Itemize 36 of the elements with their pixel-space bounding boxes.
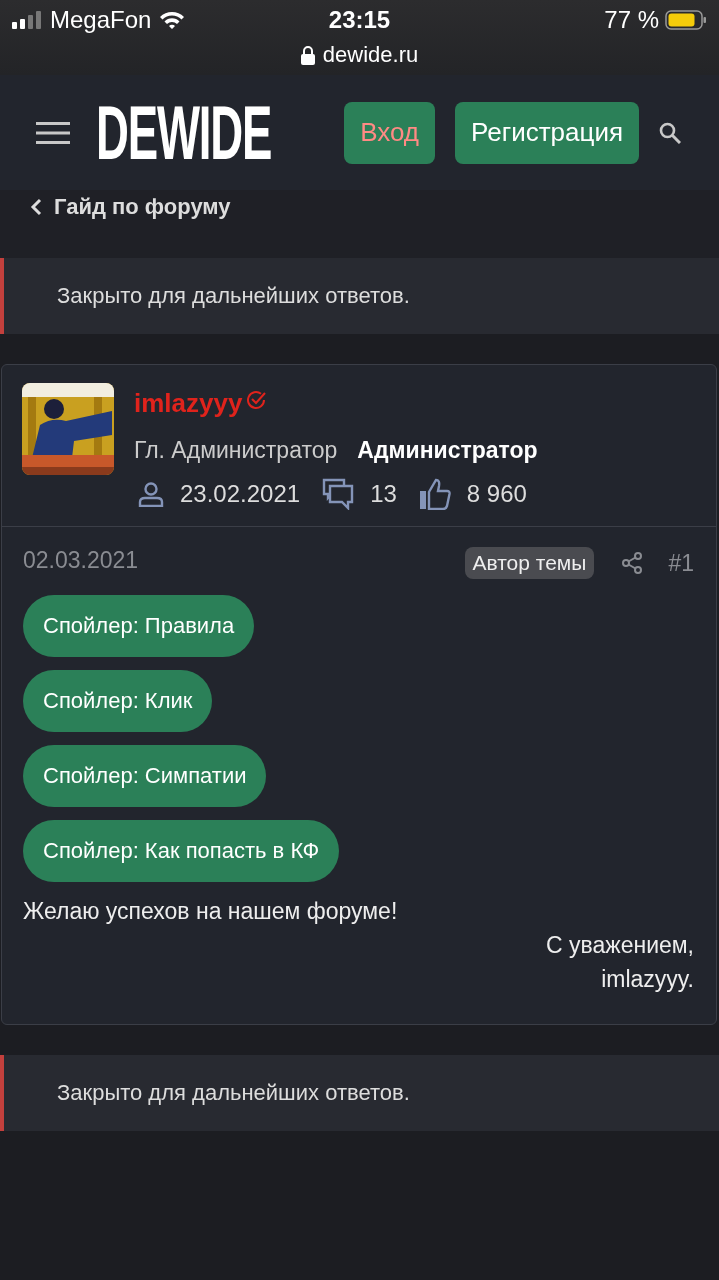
wifi-icon bbox=[159, 10, 186, 30]
lock-icon bbox=[300, 45, 315, 65]
user-title: Гл. Администратор bbox=[134, 437, 338, 464]
share-icon[interactable] bbox=[622, 552, 643, 574]
clock-time: 23:15 bbox=[328, 6, 391, 34]
url-text[interactable]: dewide.ru bbox=[322, 42, 419, 68]
spoiler-button[interactable]: Спойлер: Симпатии bbox=[23, 745, 267, 807]
site-logo[interactable]: DEWIDE bbox=[96, 88, 272, 177]
join-date: 23.02.2021 bbox=[180, 480, 301, 508]
messages-icon bbox=[322, 478, 355, 510]
user-role: Администратор bbox=[357, 437, 538, 464]
thumbs-up-icon bbox=[418, 478, 451, 510]
spoiler-button[interactable]: Спойлер: Как попасть в КФ bbox=[23, 820, 340, 882]
carrier-name: MegaFon bbox=[50, 6, 152, 34]
post-number[interactable]: #1 bbox=[668, 549, 694, 577]
post-text: Желаю успехов на нашем форуме! bbox=[23, 897, 399, 926]
closed-notice: Закрыто для дальнейших ответов. bbox=[0, 1055, 719, 1131]
battery-icon bbox=[665, 10, 707, 30]
signature-line: С уважением, bbox=[546, 931, 694, 960]
username-link[interactable]: imlazyyy bbox=[134, 387, 243, 419]
closed-notice: Закрыто для дальнейших ответов. bbox=[0, 258, 719, 334]
back-chevron-icon bbox=[30, 198, 42, 216]
menu-icon[interactable] bbox=[36, 120, 70, 145]
battery-percent: 77 % bbox=[604, 6, 659, 34]
register-button[interactable]: Регистрация bbox=[455, 101, 639, 164]
spoiler-button[interactable]: Спойлер: Правила bbox=[23, 595, 255, 657]
signal-icon bbox=[12, 11, 42, 29]
author-badge: Автор темы bbox=[464, 547, 595, 579]
user-icon bbox=[138, 481, 164, 507]
breadcrumb-link[interactable]: Гайд по форуму bbox=[30, 194, 231, 220]
spoiler-button[interactable]: Спойлер: Клик bbox=[23, 670, 213, 732]
post-date[interactable]: 02.03.2021 bbox=[23, 547, 465, 574]
search-icon[interactable] bbox=[659, 121, 681, 144]
signature-line: imlazyyy. bbox=[601, 965, 694, 994]
reaction-score: 8 960 bbox=[466, 480, 527, 508]
message-count: 13 bbox=[370, 480, 397, 508]
